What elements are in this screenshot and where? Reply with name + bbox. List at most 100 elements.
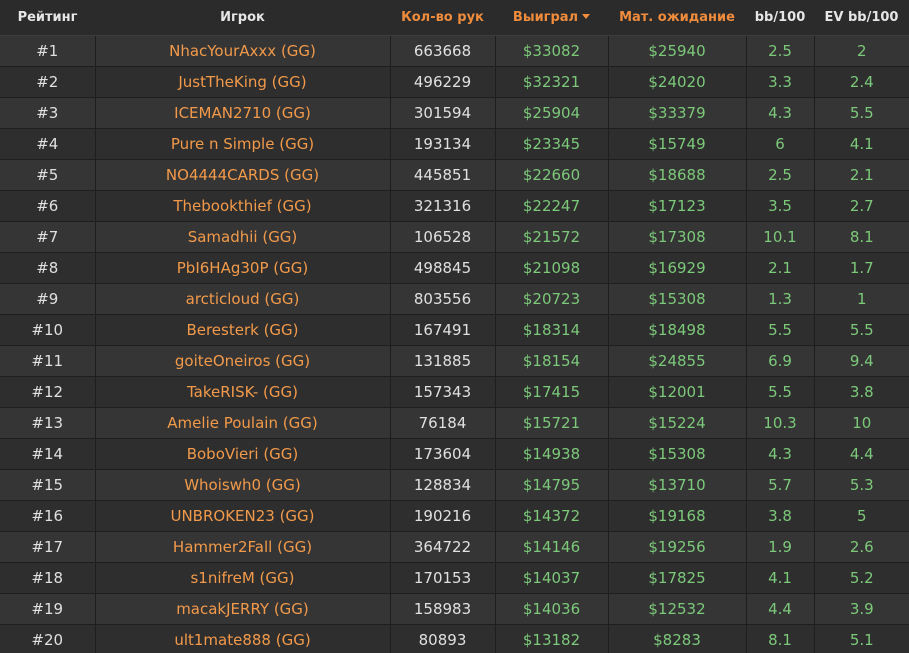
hands-cell: 170153 bbox=[390, 562, 496, 594]
ev-cell: $16929 bbox=[608, 252, 747, 284]
evbb100-cell: 5 bbox=[814, 500, 909, 532]
column-header-label: EV bb/100 bbox=[824, 10, 899, 25]
player-link[interactable]: Beresterk (GG) bbox=[95, 314, 391, 346]
player-link[interactable]: Thebookthief (GG) bbox=[95, 190, 391, 222]
player-link[interactable]: goiteOneiros (GG) bbox=[95, 345, 391, 377]
player-link[interactable]: ult1mate888 (GG) bbox=[95, 624, 391, 653]
bb100-cell: 2.1 bbox=[746, 252, 815, 284]
won-cell: $22247 bbox=[495, 190, 609, 222]
rank-cell: #18 bbox=[0, 562, 96, 594]
column-header-bb100[interactable]: bb/100 bbox=[746, 0, 814, 36]
hands-cell: 167491 bbox=[390, 314, 496, 346]
won-cell: $15721 bbox=[495, 407, 609, 439]
rank-cell: #1 bbox=[0, 35, 96, 67]
table-row: #18 s1nifreM (GG) 170153 $14037 $17825 4.1 5.2 bbox=[0, 562, 909, 594]
player-link[interactable]: JustTheKing (GG) bbox=[95, 66, 391, 98]
player-link[interactable]: ICEMAN2710 (GG) bbox=[95, 97, 391, 129]
player-link[interactable]: NO4444CARDS (GG) bbox=[95, 159, 391, 191]
table-row: #1 NhacYourAxxx (GG) 663668 $33082 $25940 2.5… bbox=[0, 35, 909, 67]
rank-cell: #6 bbox=[0, 190, 96, 222]
rank-cell: #15 bbox=[0, 469, 96, 501]
hands-cell: 193134 bbox=[390, 128, 496, 160]
player-link[interactable]: UNBROKEN23 (GG) bbox=[95, 500, 391, 532]
player-link[interactable]: Pure n Simple (GG) bbox=[95, 128, 391, 160]
won-cell: $25904 bbox=[495, 97, 609, 129]
column-header-evbb100[interactable]: EV bb/100 bbox=[814, 0, 909, 36]
rank-cell: #5 bbox=[0, 159, 96, 191]
rank-cell: #12 bbox=[0, 376, 96, 408]
bb100-cell: 4.3 bbox=[746, 438, 815, 470]
column-header-player[interactable]: Игрок bbox=[95, 0, 390, 36]
player-link[interactable]: TakeRISK- (GG) bbox=[95, 376, 391, 408]
column-header-hands[interactable]: Кол-во рук bbox=[390, 0, 495, 36]
bb100-cell: 2.5 bbox=[746, 159, 815, 191]
won-cell: $14795 bbox=[495, 469, 609, 501]
bb100-cell: 6 bbox=[746, 128, 815, 160]
table-row: #20 ult1mate888 (GG) 80893 $13182 $8283 8.1 5.… bbox=[0, 624, 909, 653]
table-row: #11 goiteOneiros (GG) 131885 $18154 $24855 6.… bbox=[0, 345, 909, 377]
player-link[interactable]: Hammer2Fall (GG) bbox=[95, 531, 391, 563]
rank-cell: #17 bbox=[0, 531, 96, 563]
evbb100-cell: 2.7 bbox=[814, 190, 909, 222]
table-row: #15 Whoiswh0 (GG) 128834 $14795 $13710 5.7 5.3 bbox=[0, 469, 909, 501]
column-header-won[interactable]: Выиграл bbox=[495, 0, 608, 36]
table-row: #3 ICEMAN2710 (GG) 301594 $25904 $33379 4.3 5.… bbox=[0, 97, 909, 129]
player-link[interactable]: BoboVieri (GG) bbox=[95, 438, 391, 470]
hands-cell: 157343 bbox=[390, 376, 496, 408]
won-cell: $23345 bbox=[495, 128, 609, 160]
evbb100-cell: 5.3 bbox=[814, 469, 909, 501]
won-cell: $14938 bbox=[495, 438, 609, 470]
won-cell: $17415 bbox=[495, 376, 609, 408]
ev-cell: $15224 bbox=[608, 407, 747, 439]
rank-cell: #14 bbox=[0, 438, 96, 470]
won-cell: $14037 bbox=[495, 562, 609, 594]
won-cell: $18154 bbox=[495, 345, 609, 377]
rank-cell: #20 bbox=[0, 624, 96, 653]
player-link[interactable]: PbI6HAg30P (GG) bbox=[95, 252, 391, 284]
hands-cell: 128834 bbox=[390, 469, 496, 501]
ev-cell: $24020 bbox=[608, 66, 747, 98]
won-cell: $20723 bbox=[495, 283, 609, 315]
table-row: #17 Hammer2Fall (GG) 364722 $14146 $19256 1.9… bbox=[0, 531, 909, 563]
hands-cell: 158983 bbox=[390, 593, 496, 625]
ev-cell: $24855 bbox=[608, 345, 747, 377]
rank-cell: #3 bbox=[0, 97, 96, 129]
ev-cell: $12001 bbox=[608, 376, 747, 408]
player-link[interactable]: Whoiswh0 (GG) bbox=[95, 469, 391, 501]
hands-cell: 445851 bbox=[390, 159, 496, 191]
column-header-rank[interactable]: Рейтинг bbox=[0, 0, 95, 36]
rank-cell: #7 bbox=[0, 221, 96, 253]
evbb100-cell: 3.9 bbox=[814, 593, 909, 625]
won-cell: $14146 bbox=[495, 531, 609, 563]
evbb100-cell: 5.1 bbox=[814, 624, 909, 653]
won-cell: $13182 bbox=[495, 624, 609, 653]
rank-cell: #19 bbox=[0, 593, 96, 625]
hands-cell: 803556 bbox=[390, 283, 496, 315]
won-cell: $21572 bbox=[495, 221, 609, 253]
bb100-cell: 4.1 bbox=[746, 562, 815, 594]
evbb100-cell: 2.4 bbox=[814, 66, 909, 98]
rank-cell: #8 bbox=[0, 252, 96, 284]
ev-cell: $12532 bbox=[608, 593, 747, 625]
caret-down-icon bbox=[582, 14, 591, 19]
ev-cell: $8283 bbox=[608, 624, 747, 653]
ev-cell: $15308 bbox=[608, 283, 747, 315]
player-link[interactable]: arcticloud (GG) bbox=[95, 283, 391, 315]
hands-cell: 496229 bbox=[390, 66, 496, 98]
bb100-cell: 1.3 bbox=[746, 283, 815, 315]
player-link[interactable]: NhacYourAxxx (GG) bbox=[95, 35, 391, 67]
bb100-cell: 10.1 bbox=[746, 221, 815, 253]
table-row: #19 macakJERRY (GG) 158983 $14036 $12532 4.4 3… bbox=[0, 593, 909, 625]
bb100-cell: 3.5 bbox=[746, 190, 815, 222]
player-link[interactable]: Amelie Poulain (GG) bbox=[95, 407, 391, 439]
player-link[interactable]: Samadhii (GG) bbox=[95, 221, 391, 253]
hands-cell: 80893 bbox=[390, 624, 496, 653]
player-link[interactable]: macakJERRY (GG) bbox=[95, 593, 391, 625]
table-row: #4 Pure n Simple (GG) 193134 $23345 $15749 6 4… bbox=[0, 128, 909, 160]
player-link[interactable]: s1nifreM (GG) bbox=[95, 562, 391, 594]
column-header-label: Выиграл bbox=[512, 10, 579, 25]
ev-cell: $15308 bbox=[608, 438, 747, 470]
ev-cell: $18688 bbox=[608, 159, 747, 191]
column-header-ev[interactable]: Мат. ожидание bbox=[608, 0, 746, 36]
bb100-cell: 5.7 bbox=[746, 469, 815, 501]
